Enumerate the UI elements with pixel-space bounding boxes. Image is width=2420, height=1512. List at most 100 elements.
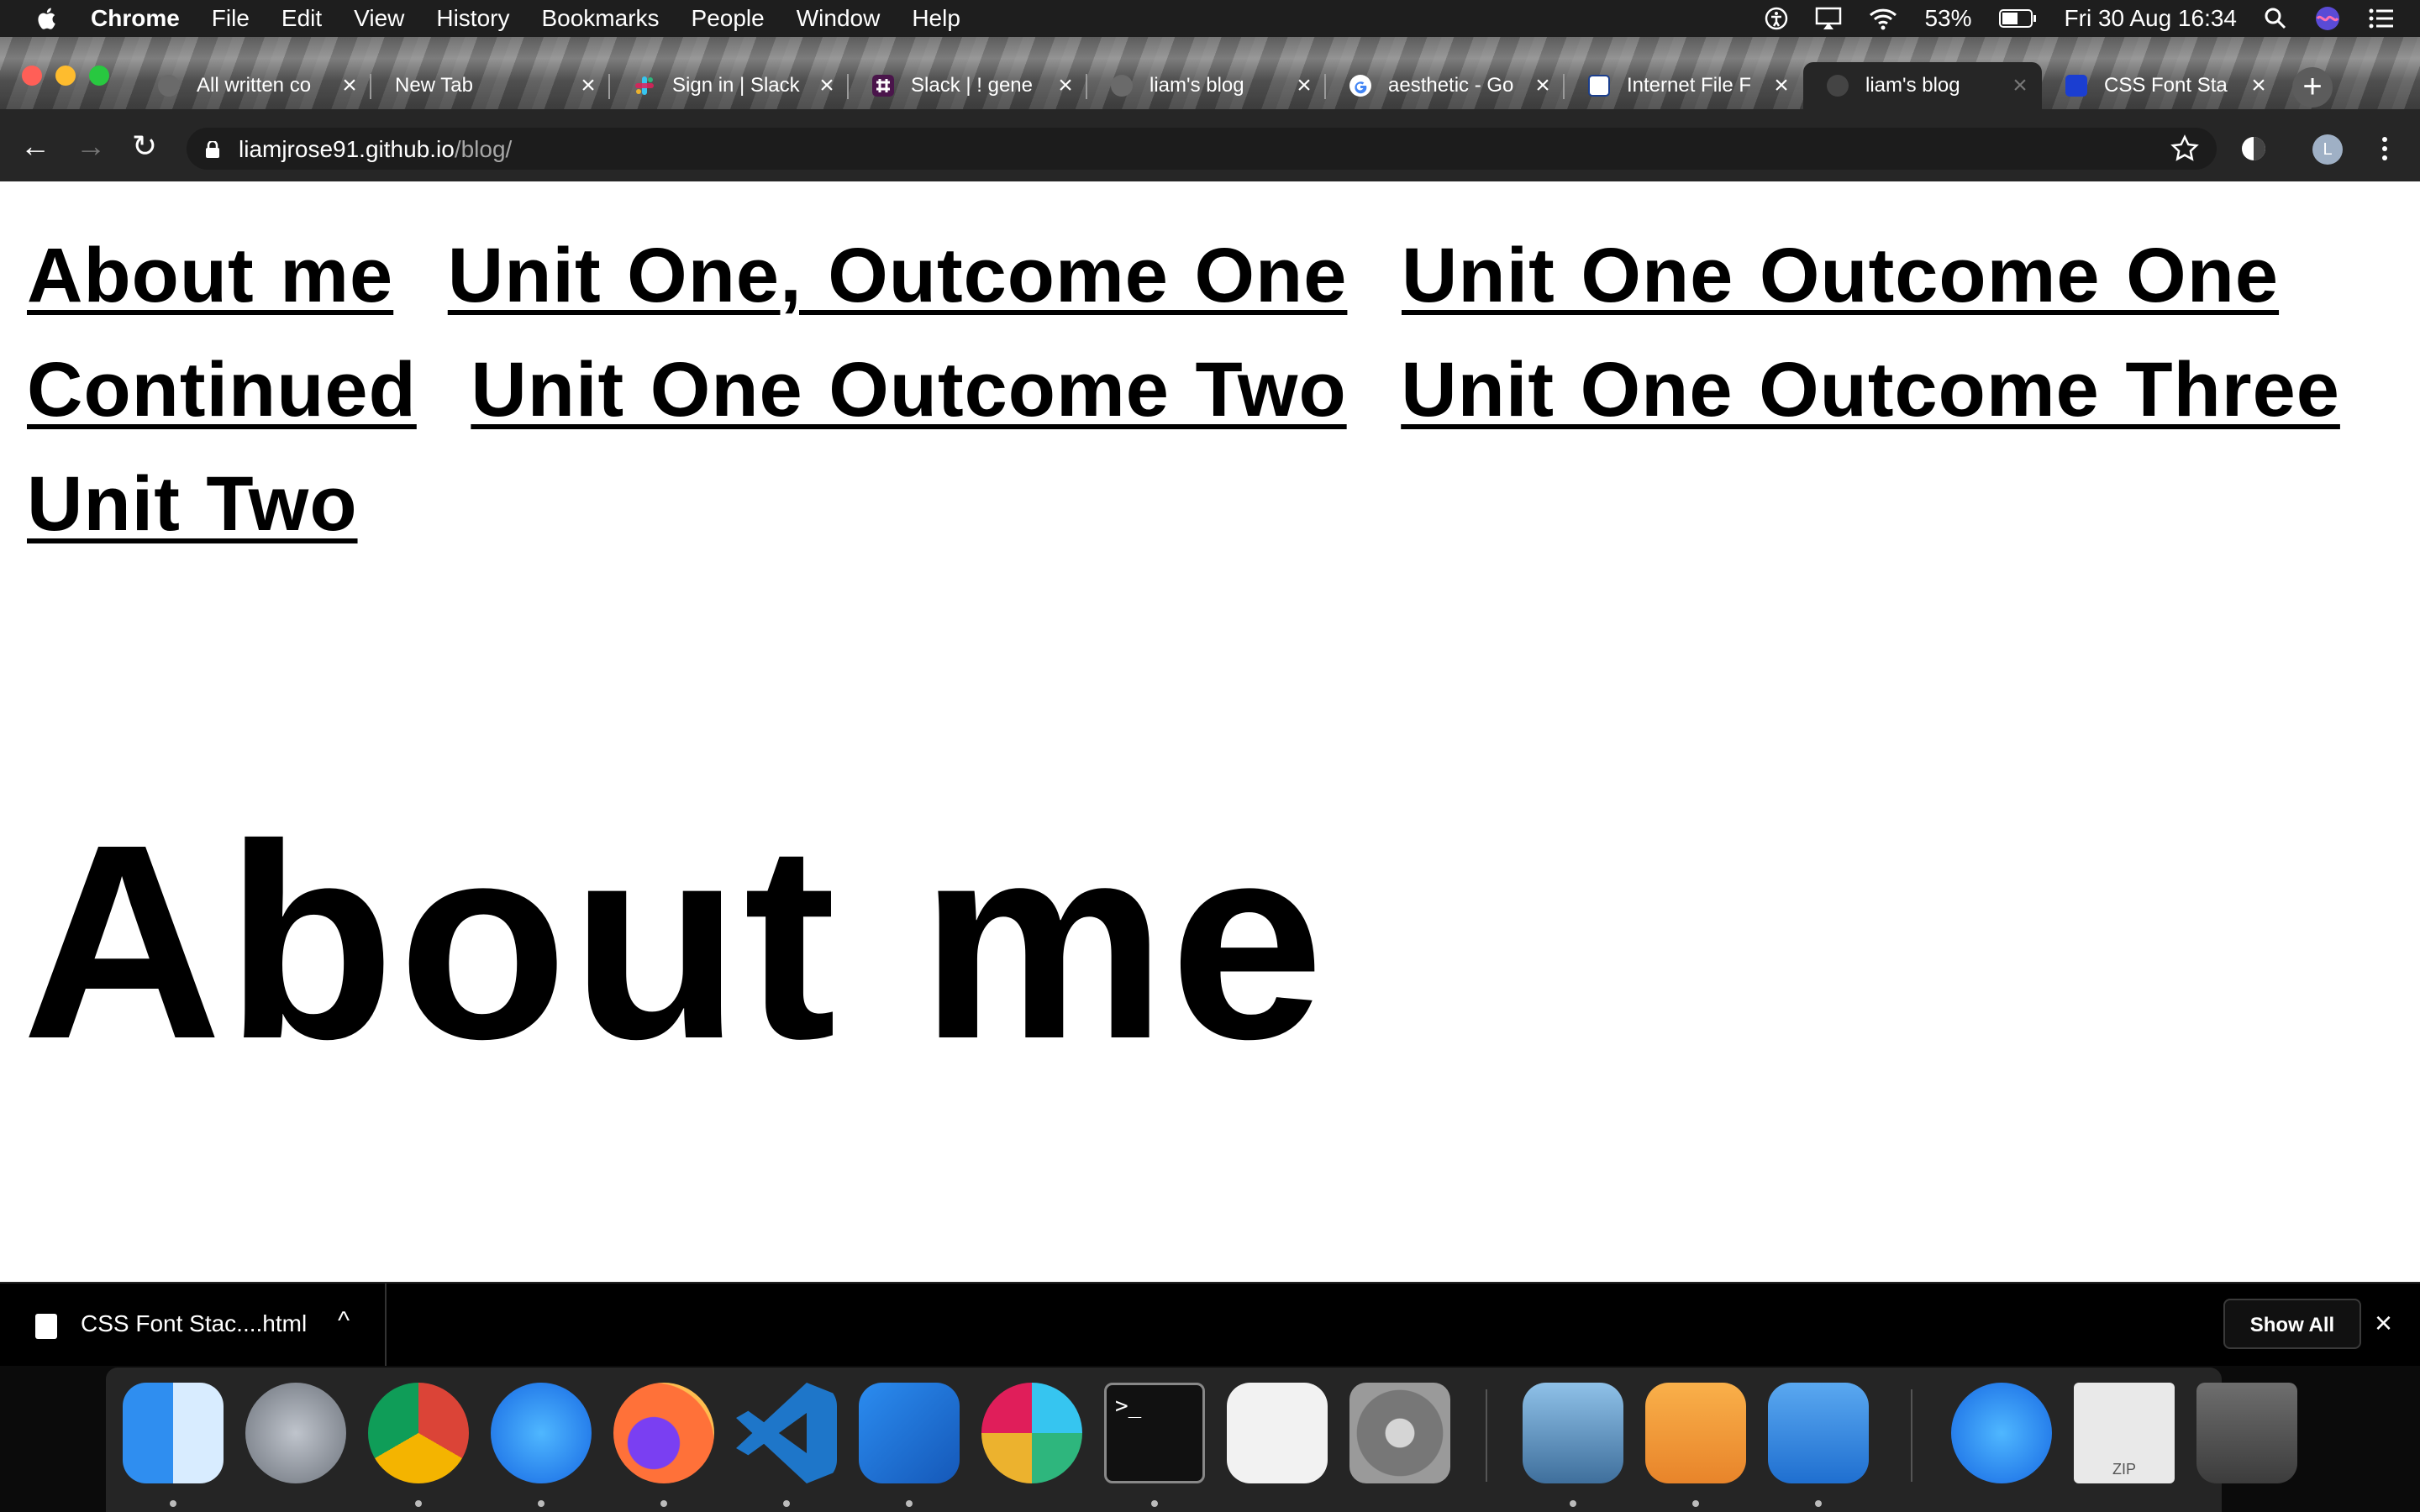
url-text[interactable]: liamjrose91.github.io/blog/ [239,134,512,165]
menu-bar: Chrome File Edit View History Bookmarks … [0,0,2420,37]
running-indicator [538,1500,544,1507]
tab-1[interactable]: All written co × [134,62,371,109]
app-menu-chrome[interactable]: Chrome [91,5,180,32]
airplay-icon[interactable] [1815,7,1842,30]
close-tab-icon[interactable]: × [1292,73,1316,98]
running-indicator [660,1500,667,1507]
app-store-icon[interactable] [491,1383,592,1483]
slack-icon [872,75,894,97]
tab-4[interactable]: Slack | ! gene × [849,62,1087,109]
close-tab-icon[interactable]: × [1531,73,1555,98]
menu-file[interactable]: File [212,5,250,32]
xcode-icon[interactable] [859,1383,960,1483]
close-tab-icon[interactable]: × [338,73,361,98]
show-all-button[interactable]: Show All [2223,1299,2361,1349]
forward-arrow-icon[interactable]: → [72,128,109,165]
menu-view[interactable]: View [354,5,404,32]
close-tab-icon[interactable]: × [2247,73,2270,98]
web-page: About me Unit One, Outcome One Unit One … [0,181,2420,1282]
trash-icon[interactable] [2196,1383,2297,1483]
new-tab-button[interactable]: + [2292,67,2333,108]
clock[interactable]: Fri 30 Aug 16:34 [2065,5,2237,32]
close-tab-icon[interactable]: × [1770,73,1793,98]
nav-link-unit-two[interactable]: Unit Two [27,461,358,547]
minimize-window-button[interactable] [55,66,76,86]
url-path: /blog/ [454,136,513,162]
spotlight-search-icon[interactable] [2264,7,2287,30]
menu-bookmarks[interactable]: Bookmarks [541,5,659,32]
nav-link-unit-one-outcome-two[interactable]: Unit One Outcome Two [471,347,1346,433]
notification-center-icon[interactable] [2368,7,2395,30]
close-tab-icon[interactable]: × [1054,73,1077,98]
tab-6[interactable]: aesthetic - Go × [1326,62,1565,109]
firefox-icon[interactable] [613,1383,714,1483]
chrome-icon[interactable] [368,1383,469,1483]
chrome-menu-icon[interactable] [2368,132,2402,165]
system-preferences-icon[interactable] [1349,1383,1450,1483]
dark-mode-extension-icon[interactable] [2237,132,2270,165]
wifi-icon[interactable] [1869,7,1897,30]
running-indicator [1692,1500,1699,1507]
page-heading: About me [22,786,1328,1096]
accessibility-icon[interactable] [1765,7,1788,30]
menu-edit[interactable]: Edit [281,5,322,32]
tab-3[interactable]: Sign in | Slack × [610,62,849,109]
tab-title: All written co [197,74,312,97]
globe-icon [1111,75,1133,97]
back-arrow-icon[interactable]: ← [17,128,54,165]
launchpad-icon[interactable] [245,1383,346,1483]
close-window-button[interactable] [22,66,42,86]
reload-icon[interactable]: ↻ [126,128,163,165]
running-indicator [170,1500,176,1507]
zip-label: ZIP [2112,1461,2136,1478]
battery-icon[interactable] [1998,8,2038,29]
profile-avatar[interactable]: L [2312,134,2343,165]
finder-icon[interactable] [123,1383,224,1483]
tab-7[interactable]: Internet File F × [1565,62,1803,109]
running-indicator [415,1500,422,1507]
tab-title: CSS Font Sta [2104,74,2228,97]
tab-title: Slack | ! gene [911,74,1033,97]
screenshot-icon[interactable] [1227,1383,1328,1483]
tab-title: liam's blog [1150,74,1244,97]
terminal-icon[interactable]: >_ [1104,1383,1205,1483]
battery-percent: 53% [1924,5,1972,31]
nav-link-about-me[interactable]: About me [27,233,393,318]
lock-icon[interactable] [205,141,220,158]
apple-menu-icon[interactable] [35,6,60,31]
menu-history[interactable]: History [436,5,509,32]
url-host: liamjrose91.github.io [239,136,455,162]
app-store-downloads-icon[interactable] [1951,1383,2052,1483]
nav-link-unit-one-outcome-three[interactable]: Unit One Outcome Three [1401,347,2340,433]
chevron-up-icon[interactable]: ^ [338,1307,350,1336]
download-file-name: CSS Font Stac....html [81,1310,308,1336]
nav-link-unit-one-outcome-one[interactable]: Unit One, Outcome One [448,233,1348,318]
running-indicator [1570,1500,1576,1507]
tab-8-active[interactable]: liam's blog × [1803,62,2042,109]
slack-icon [635,76,654,95]
close-tab-icon[interactable]: × [576,73,600,98]
blog-nav: About me Unit One, Outcome One Unit One … [27,218,2396,561]
globe-icon [1827,75,1849,97]
zip-file-icon[interactable]: ZIP [2074,1383,2175,1483]
close-tab-icon[interactable]: × [2008,73,2032,98]
preview-icon[interactable] [1523,1383,1623,1483]
siri-icon[interactable] [2314,5,2341,32]
pages-icon[interactable] [1645,1383,1746,1483]
tab-title: Sign in | Slack [672,74,800,97]
close-shelf-icon[interactable]: × [2375,1305,2392,1341]
zoom-window-button[interactable] [89,66,109,86]
tab-2[interactable]: New Tab × [371,62,610,109]
menu-people[interactable]: People [692,5,765,32]
running-indicator [1815,1500,1822,1507]
slack-app-icon[interactable] [981,1383,1082,1483]
close-tab-icon[interactable]: × [815,73,839,98]
menu-window[interactable]: Window [797,5,881,32]
menu-help[interactable]: Help [912,5,960,32]
download-item[interactable]: CSS Font Stac....html ^ [0,1284,387,1368]
bookmark-star-icon[interactable] [2168,132,2202,165]
tab-5[interactable]: liam's blog × [1087,62,1326,109]
keynote-icon[interactable] [1768,1383,1869,1483]
tab-strip: All written co × New Tab × Sign in | Sla… [0,37,2420,109]
tab-9[interactable]: CSS Font Sta × [2042,62,2281,109]
